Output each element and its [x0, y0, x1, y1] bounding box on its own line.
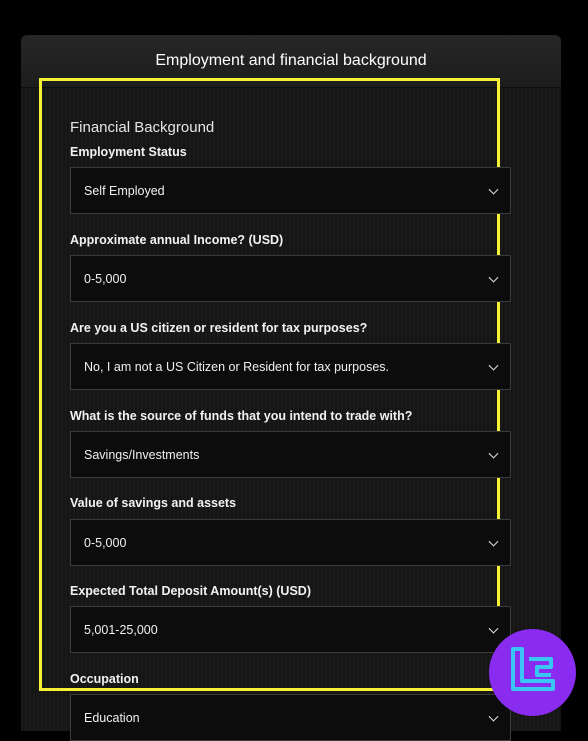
savings-assets-select[interactable]: 0-5,000: [70, 519, 511, 566]
chevron-down-icon: [488, 536, 499, 547]
occupation-value: Education: [84, 710, 140, 725]
chevron-down-icon: [488, 272, 499, 283]
source-of-funds-label: What is the source of funds that you int…: [70, 409, 413, 423]
annual-income-value: 0-5,000: [84, 271, 127, 286]
tradingfinder-logo-icon: [489, 629, 576, 716]
us-citizen-value: No, I am not a US Citizen or Resident fo…: [84, 359, 389, 374]
logo-mark-icon: [511, 647, 555, 691]
savings-assets-label: Value of savings and assets: [70, 496, 237, 510]
annual-income-label: Approximate annual Income? (USD): [70, 233, 284, 247]
occupation-select[interactable]: Education: [70, 694, 511, 741]
us-citizen-select[interactable]: No, I am not a US Citizen or Resident fo…: [70, 343, 511, 390]
employment-status-value: Self Employed: [84, 183, 165, 198]
deposit-amount-value: 5,001-25,000: [84, 622, 158, 637]
source-of-funds-select[interactable]: Savings/Investments: [70, 431, 511, 478]
employment-status-label: Employment Status: [70, 145, 187, 159]
occupation-label: Occupation: [70, 672, 139, 686]
section-title: Financial Background: [70, 119, 215, 136]
chevron-down-icon: [488, 448, 499, 459]
page-title: Employment and financial background: [155, 52, 427, 69]
chevron-down-icon: [488, 184, 499, 195]
savings-assets-value: 0-5,000: [84, 535, 127, 550]
chevron-down-icon: [488, 360, 499, 371]
deposit-amount-select[interactable]: 5,001-25,000: [70, 606, 511, 653]
annual-income-select[interactable]: 0-5,000: [70, 255, 511, 302]
us-citizen-label: Are you a US citizen or resident for tax…: [70, 321, 368, 335]
employment-status-select[interactable]: Self Employed: [70, 167, 511, 214]
deposit-amount-label: Expected Total Deposit Amount(s) (USD): [70, 584, 311, 598]
source-of-funds-value: Savings/Investments: [84, 447, 200, 462]
